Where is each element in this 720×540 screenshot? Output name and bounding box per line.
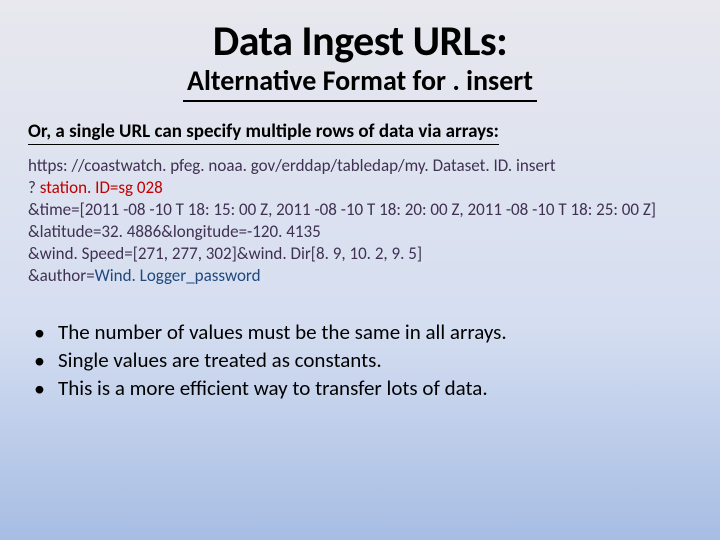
bullet-item: This is a more efficient way to transfer…	[34, 374, 692, 402]
code-line-6a: &author=	[28, 265, 95, 286]
bullet-list: The number of values must be the same in…	[28, 318, 692, 403]
code-line-4: &latitude=32. 4886&longitude=-120. 4135	[28, 221, 692, 243]
code-line-2b: station. ID=sg 028	[40, 177, 163, 198]
code-line-6: &author=Wind. Logger_password	[28, 265, 692, 287]
bullet-item: The number of values must be the same in…	[34, 318, 692, 346]
code-line-1: https: //coastwatch. pfeg. noaa. gov/erd…	[28, 155, 692, 177]
code-block: https: //coastwatch. pfeg. noaa. gov/erd…	[28, 155, 692, 288]
code-line-2a: ?	[28, 177, 40, 198]
slide-title: Data Ingest URLs:	[28, 16, 692, 67]
code-line-3: &time=[2011 -08 -10 T 18: 15: 00 Z, 2011…	[28, 199, 692, 221]
code-line-5: &wind. Speed=[271, 277, 302]&wind. Dir[8…	[28, 243, 692, 265]
code-line-2: ? station. ID=sg 028	[28, 177, 692, 199]
bullet-item: Single values are treated as constants.	[34, 346, 692, 374]
slide-subtitle: Alternative Format for . insert	[183, 63, 537, 102]
intro-text: Or, a single URL can specify multiple ro…	[28, 120, 499, 145]
code-line-6b: Wind. Logger_password	[95, 265, 261, 286]
